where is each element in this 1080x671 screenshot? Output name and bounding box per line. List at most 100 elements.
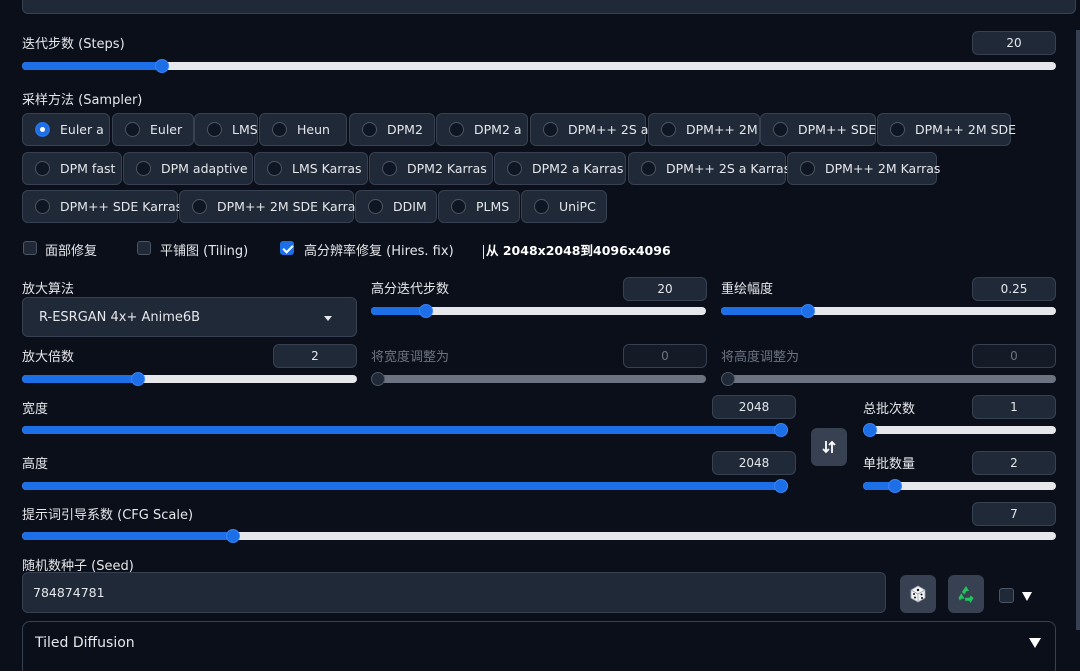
face-restore-checkbox[interactable] [23, 241, 37, 255]
width-input[interactable]: 2048 [712, 395, 796, 419]
radio-indicator [35, 161, 50, 176]
radio-indicator [507, 161, 522, 176]
width-label: 宽度 [22, 402, 49, 417]
tiled-diffusion-accordion[interactable]: Tiled Diffusion [22, 621, 1056, 671]
hires-steps-slider[interactable] [371, 303, 706, 319]
steps-input[interactable]: 20 [972, 31, 1056, 55]
upscaler-label: 放大算法 [22, 282, 75, 297]
sampler-option-label: DPM++ 2M SDE [915, 122, 1017, 137]
sampler-option-label: DPM fast [60, 161, 116, 176]
cfg-input[interactable]: 7 [972, 502, 1056, 526]
sampler-option[interactable]: DPM2 Karras [369, 152, 493, 185]
tiled-diffusion-title: Tiled Diffusion [35, 635, 135, 651]
sampler-option[interactable]: DPM++ 2S a [530, 113, 648, 146]
steps-slider-thumb[interactable] [155, 59, 169, 73]
width-slider-thumb[interactable] [774, 423, 788, 437]
radio-indicator [449, 122, 464, 137]
dice-icon [910, 585, 926, 603]
sampler-option[interactable]: DPM++ 2M SDE [877, 113, 1016, 146]
sampler-option-label: DPM2 [387, 122, 423, 137]
sampler-option[interactable]: DPM2 [349, 113, 435, 146]
height-label: 高度 [22, 457, 49, 472]
sampler-option[interactable]: DPM2 a Karras [494, 152, 626, 185]
sampler-option[interactable]: DPM adaptive [123, 152, 253, 185]
swap-arrows-icon [822, 440, 836, 454]
radio-indicator [661, 122, 676, 137]
resize-height-slider-thumb [721, 372, 735, 386]
batch-count-slider-thumb[interactable] [863, 423, 877, 437]
upscaler-dropdown[interactable]: R-ESRGAN 4x+ Anime6B [22, 297, 357, 337]
extra-seed-checkbox[interactable] [999, 588, 1014, 603]
sampler-option[interactable]: DPM2 a [436, 113, 528, 146]
sampler-option[interactable]: DPM++ 2M SDE Karras [179, 190, 362, 223]
sampler-option-label: DPM++ 2M SDE Karras [217, 199, 362, 214]
batch-size-input[interactable]: 2 [972, 451, 1056, 475]
sampler-option[interactable]: DPM++ 2M Karras [787, 152, 940, 185]
resize-height-label: 将高度调整为 [721, 350, 800, 365]
height-input[interactable]: 2048 [712, 451, 796, 475]
sampler-option-label: DPM++ SDE [798, 122, 877, 137]
radio-indicator [382, 161, 397, 176]
radio-indicator [192, 199, 207, 214]
tiling-checkbox[interactable] [137, 241, 151, 255]
sampler-option-label: DPM adaptive [161, 161, 248, 176]
sampler-option[interactable]: DPM++ 2M [648, 113, 760, 146]
sampler-option-label: LMS Karras [292, 161, 362, 176]
batch-count-input[interactable]: 1 [972, 395, 1056, 419]
face-restore-label: 面部修复 [45, 244, 98, 259]
reuse-seed-button[interactable] [948, 575, 984, 613]
resize-width-input: 0 [623, 344, 707, 368]
sampler-option-label: PLMS [476, 199, 510, 214]
resize-width-slider [371, 371, 706, 387]
cfg-slider-thumb[interactable] [226, 529, 240, 543]
batch-size-slider[interactable] [863, 478, 1056, 494]
sampler-option[interactable]: DPM++ SDE [760, 113, 876, 146]
cfg-label: 提示词引导系数 (CFG Scale) [22, 508, 194, 523]
height-slider[interactable] [22, 478, 788, 494]
radio-indicator [368, 199, 383, 214]
hires-steps-slider-thumb[interactable] [419, 304, 433, 318]
radio-indicator [641, 161, 656, 176]
sampler-option[interactable]: Euler a [22, 113, 110, 146]
hires-steps-input[interactable]: 20 [623, 277, 707, 301]
width-slider[interactable] [22, 422, 788, 438]
upscale-by-slider[interactable] [22, 371, 357, 387]
sampler-option[interactable]: LMS Karras [254, 152, 368, 185]
denoise-slider[interactable] [721, 303, 1056, 319]
denoise-slider-thumb[interactable] [801, 304, 815, 318]
sampler-option[interactable]: LMS [194, 113, 258, 146]
sampler-option-label: DPM++ 2M [686, 122, 758, 137]
upscaler-value: R-ESRGAN 4x+ Anime6B [39, 309, 201, 325]
random-seed-button[interactable] [900, 575, 936, 613]
upscale-by-input[interactable]: 2 [273, 344, 357, 368]
upscale-by-label: 放大倍数 [22, 350, 75, 365]
steps-slider[interactable] [22, 58, 1056, 74]
sampler-option-label: Euler [150, 122, 183, 137]
radio-indicator [890, 122, 905, 137]
prompt-box-edge [22, 0, 1076, 14]
sampler-option[interactable]: PLMS [438, 190, 520, 223]
sampler-option[interactable]: Heun [259, 113, 347, 146]
upscale-by-slider-thumb[interactable] [131, 372, 145, 386]
swap-dimensions-button[interactable] [811, 428, 847, 466]
extra-seed-toggle-icon[interactable] [1022, 592, 1032, 601]
hires-fix-checkbox[interactable] [280, 241, 294, 255]
height-slider-thumb[interactable] [774, 479, 788, 493]
denoise-input[interactable]: 0.25 [972, 277, 1056, 301]
scrollbar[interactable] [1076, 30, 1080, 630]
radio-indicator [451, 199, 466, 214]
cfg-slider[interactable] [22, 528, 1056, 544]
batch-size-slider-thumb[interactable] [888, 479, 902, 493]
seed-input[interactable]: 784874781 [22, 572, 886, 613]
batch-count-label: 总批次数 [863, 402, 916, 417]
radio-indicator [543, 122, 558, 137]
sampler-option[interactable]: DDIM [355, 190, 437, 223]
sampler-option[interactable]: DPM++ SDE Karras [22, 190, 182, 223]
sampler-option[interactable]: DPM fast [22, 152, 122, 185]
sampler-option[interactable]: UniPC [521, 190, 607, 223]
sampler-option[interactable]: Euler [112, 113, 194, 146]
chevron-down-icon [324, 316, 332, 321]
sampler-option[interactable]: DPM++ 2S a Karras [628, 152, 790, 185]
batch-count-slider[interactable] [863, 422, 1056, 438]
recycle-icon [958, 586, 974, 603]
